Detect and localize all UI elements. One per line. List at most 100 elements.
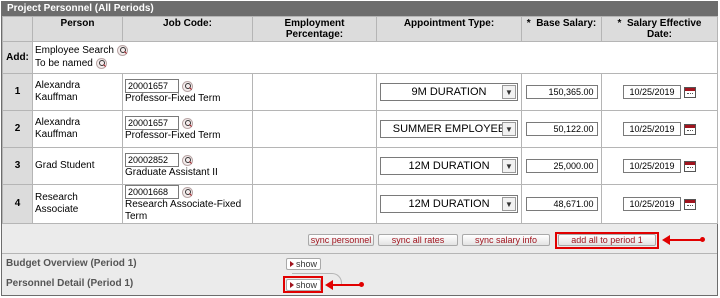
table-row: 3 Grad Student 20002852 Graduate Assista…	[2, 147, 718, 185]
header-base-salary-label: Base Salary:	[536, 18, 597, 29]
date-cell: 10/25/2019	[601, 110, 718, 148]
required-marker: *	[526, 18, 531, 29]
employment-pct-cell	[252, 184, 377, 224]
budget-overview-section: Budget Overview (Period 1)	[2, 253, 717, 275]
panel-title: Project Personnel (All Periods)	[2, 2, 717, 16]
person-name: Grad Student	[32, 147, 123, 185]
budget-overview-show-button[interactable]: show	[286, 258, 322, 270]
calendar-icon[interactable]	[684, 198, 696, 210]
chevron-down-icon[interactable]: ▼	[502, 122, 516, 136]
salary-cell: 50,122.00	[521, 110, 602, 148]
required-marker: *	[617, 18, 622, 29]
highlight-box	[283, 276, 323, 293]
sync-salary-info-button[interactable]: sync salary info	[462, 234, 550, 246]
appointment-type-value: 9M DURATION	[411, 86, 487, 98]
employee-search-icon[interactable]	[116, 45, 128, 57]
action-button-bar: sync personnel sync all rates sync salar…	[2, 232, 717, 250]
header-employment-pct: Employment Percentage:	[252, 16, 377, 42]
job-code-input[interactable]: 20001668	[125, 185, 179, 199]
row-number: 3	[2, 147, 33, 185]
job-code-lookup-icon[interactable]	[182, 80, 193, 92]
appointment-type-select[interactable]: 12M DURATION ▼	[380, 157, 518, 175]
job-code-cell: 20002852 Graduate Assistant II	[122, 147, 253, 185]
add-row-label: Add:	[2, 41, 33, 74]
salary-date-input[interactable]: 10/25/2019	[623, 159, 681, 173]
salary-date-input[interactable]: 10/25/2019	[623, 197, 681, 211]
add-row-cell: Employee Search To be named	[32, 41, 718, 74]
job-title: Research Associate-Fixed Term	[125, 199, 242, 222]
job-code-cell: 20001657 Professor-Fixed Term	[122, 110, 253, 148]
job-code-cell: 20001657 Professor-Fixed Term	[122, 73, 253, 111]
person-name: Research Associate	[32, 184, 123, 224]
appointment-cell: 9M DURATION ▼	[376, 73, 522, 111]
salary-cell: 150,365.00	[521, 73, 602, 111]
job-code-input[interactable]: 20002852	[125, 153, 179, 167]
table-row: 2 Alexandra Kauffman 20001657 Professor-…	[2, 110, 718, 148]
salary-cell: 25,000.00	[521, 147, 602, 185]
budget-overview-title: Budget Overview (Period 1)	[6, 258, 137, 269]
row-number: 4	[2, 184, 33, 224]
salary-cell: 48,671.00	[521, 184, 602, 224]
appointment-type-select[interactable]: 9M DURATION ▼	[380, 83, 518, 101]
appointment-type-select[interactable]: SUMMER EMPLOYEE ▼	[380, 120, 518, 138]
employee-search-label: Employee Search	[35, 45, 114, 57]
job-title: Professor-Fixed Term	[125, 93, 221, 104]
to-be-named-search-icon[interactable]	[95, 57, 107, 69]
appointment-type-value: 12M DURATION	[408, 198, 490, 210]
table-row: 1 Alexandra Kauffman 20001657 Professor-…	[2, 73, 718, 111]
base-salary-input[interactable]: 50,122.00	[525, 122, 598, 136]
annotation-arrow-line	[668, 239, 702, 241]
header-blank	[2, 16, 33, 42]
annotation-dot	[700, 237, 705, 242]
job-code-lookup-icon[interactable]	[182, 117, 193, 129]
calendar-icon[interactable]	[684, 123, 696, 135]
employment-pct-cell	[252, 147, 377, 185]
appointment-cell: 12M DURATION ▼	[376, 184, 522, 224]
person-name: Alexandra Kauffman	[32, 110, 123, 148]
annotation-dot	[359, 282, 364, 287]
sync-all-rates-button[interactable]: sync all rates	[378, 234, 458, 246]
calendar-icon[interactable]	[684, 160, 696, 172]
row-number: 1	[2, 73, 33, 111]
triangle-right-icon	[290, 261, 294, 267]
show-label: show	[296, 259, 318, 269]
job-code-input[interactable]: 20001657	[125, 116, 179, 130]
appointment-cell: SUMMER EMPLOYEE ▼	[376, 110, 522, 148]
salary-date-input[interactable]: 10/25/2019	[623, 85, 681, 99]
highlight-box	[555, 232, 659, 249]
date-cell: 10/25/2019	[601, 73, 718, 111]
personnel-detail-title: Personnel Detail (Period 1)	[6, 278, 134, 289]
job-code-lookup-icon[interactable]	[182, 154, 193, 166]
job-title: Professor-Fixed Term	[125, 130, 221, 141]
header-appointment-type: Appointment Type:	[376, 16, 522, 42]
project-personnel-panel: Project Personnel (All Periods) Person J…	[1, 1, 718, 296]
job-code-input[interactable]: 20001657	[125, 79, 179, 93]
person-name: Alexandra Kauffman	[32, 73, 123, 111]
salary-date-input[interactable]: 10/25/2019	[623, 122, 681, 136]
header-base-salary: * Base Salary:	[521, 16, 602, 42]
chevron-down-icon[interactable]: ▼	[502, 159, 516, 173]
appointment-cell: 12M DURATION ▼	[376, 147, 522, 185]
sync-personnel-button[interactable]: sync personnel	[308, 234, 374, 246]
job-title: Graduate Assistant II	[125, 167, 218, 178]
date-cell: 10/25/2019	[601, 184, 718, 224]
table-row: 4 Research Associate 20001668 Research A…	[2, 184, 718, 224]
header-salary-effective-date: * Salary Effective Date:	[601, 16, 718, 42]
employment-pct-cell	[252, 73, 377, 111]
personnel-table: Person Job Code: Employment Percentage: …	[2, 16, 718, 224]
date-cell: 10/25/2019	[601, 147, 718, 185]
appointment-type-select[interactable]: 12M DURATION ▼	[380, 195, 518, 213]
base-salary-input[interactable]: 150,365.00	[525, 85, 598, 99]
job-code-lookup-icon[interactable]	[182, 186, 193, 198]
to-be-named-label: To be named	[35, 57, 93, 69]
appointment-type-value: SUMMER EMPLOYEE	[392, 123, 506, 135]
header-job-code: Job Code:	[122, 16, 253, 42]
header-person: Person	[32, 16, 123, 42]
job-code-cell: 20001668 Research Associate-Fixed Term	[122, 184, 253, 224]
calendar-icon[interactable]	[684, 86, 696, 98]
employment-pct-cell	[252, 110, 377, 148]
base-salary-input[interactable]: 48,671.00	[525, 197, 598, 211]
chevron-down-icon[interactable]: ▼	[502, 197, 516, 211]
chevron-down-icon[interactable]: ▼	[502, 85, 516, 99]
base-salary-input[interactable]: 25,000.00	[525, 159, 598, 173]
